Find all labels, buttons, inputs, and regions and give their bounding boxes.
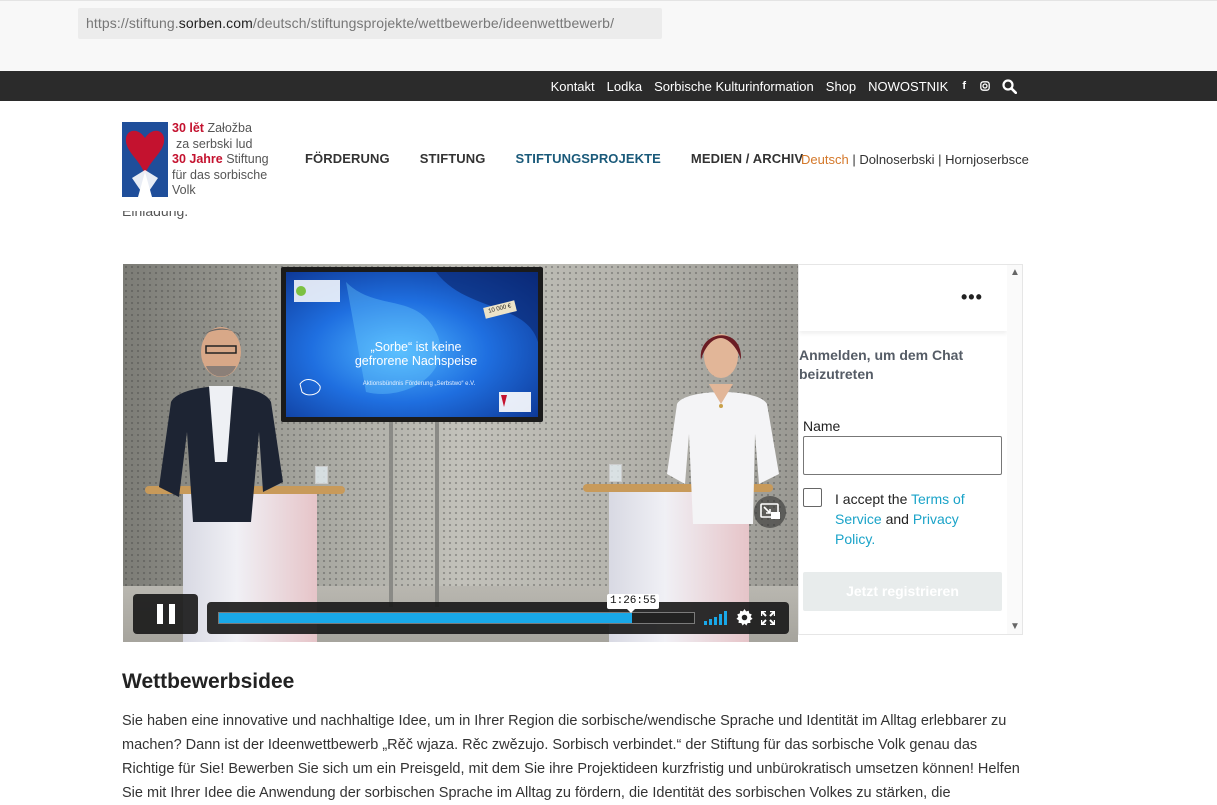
section-heading: Wettbewerbsidee xyxy=(122,670,295,693)
glass xyxy=(315,466,328,484)
screen-title: „Sorbe“ ist keine gefrorene Nachspeise xyxy=(354,340,478,368)
chat-header: ••• xyxy=(799,265,1007,331)
section-paragraph: Sie haben eine innovative und nachhaltig… xyxy=(122,713,1020,801)
studio-screen-content: „Sorbe“ ist keine gefrorene Nachspeise A… xyxy=(286,272,538,417)
tv-stand-pole xyxy=(435,422,439,607)
terms-and: and xyxy=(881,511,913,527)
pause-button[interactable] xyxy=(133,594,198,634)
logo-line2: za serbski lud xyxy=(176,136,253,151)
site-logo[interactable]: 30 lět Załožba za serbski lud 30 Jahre S… xyxy=(122,121,270,199)
logo-line3-rest: Stiftung xyxy=(226,152,269,166)
language-switcher: Deutsch | Dolnoserbski | Hornjoserbsce xyxy=(801,152,1029,167)
nav-medien-archiv[interactable]: MEDIEN / ARCHIV xyxy=(691,151,803,166)
topnav-kontakt[interactable]: Kontakt xyxy=(551,79,595,94)
top-nav: Kontakt Lodka Sorbische Kulturinformatio… xyxy=(551,71,1017,101)
video-player[interactable]: „Sorbe“ ist keine gefrorene Nachspeise A… xyxy=(123,264,798,642)
logo-heart-icon xyxy=(122,122,168,197)
top-bar: Kontakt Lodka Sorbische Kulturinformatio… xyxy=(0,71,1217,101)
nav-stiftung[interactable]: STIFTUNG xyxy=(420,151,486,166)
logo-line1-red: 30 lět xyxy=(172,121,204,135)
logo-line1-rest: Załožba xyxy=(207,121,252,135)
intro-text: Einladung. xyxy=(122,211,189,219)
terms-text: I accept the Terms of Service and Privac… xyxy=(835,489,985,549)
lang-separator: | xyxy=(934,152,946,167)
logo-line4: für das sorbische xyxy=(172,167,268,182)
logo-wordmark: 30 lět Załožba za serbski lud 30 Jahre S… xyxy=(172,121,269,199)
fullscreen-icon[interactable] xyxy=(759,609,777,630)
video-timecode-tooltip: 1:26:55 xyxy=(607,594,660,613)
terms-end: . xyxy=(871,531,876,547)
topnav-nowostnik[interactable]: NOWOSTNIK xyxy=(868,79,948,94)
lang-hornjoserbsce[interactable]: Hornjoserbsce xyxy=(945,152,1029,167)
video-control-bar xyxy=(207,602,789,634)
logo-line3-red: 30 Jahre xyxy=(172,152,223,166)
terms-prefix: I accept the xyxy=(835,491,912,507)
video-progress-fill xyxy=(219,613,633,623)
topnav-shop[interactable]: Shop xyxy=(826,79,856,94)
screen-subtitle: Aktionsbündnis Förderung „Serbstwo“ e.V. xyxy=(362,381,476,387)
video-progress-bar[interactable] xyxy=(218,612,695,624)
chat-scrollbar[interactable]: ▲ ▼ xyxy=(1007,265,1022,634)
chat-panel: ••• Anmelden, um dem Chat beizutreten Na… xyxy=(798,264,1023,635)
lang-separator: | xyxy=(848,152,860,167)
lang-deutsch[interactable]: Deutsch xyxy=(801,152,849,167)
settings-gear-icon[interactable] xyxy=(736,609,753,631)
search-icon[interactable] xyxy=(1002,78,1017,94)
url-prefix: https://stiftung. xyxy=(86,15,179,31)
topnav-kulturinformation[interactable]: Sorbische Kulturinformation xyxy=(654,79,814,94)
more-options-icon[interactable]: ••• xyxy=(961,287,983,308)
lang-dolnoserbski[interactable]: Dolnoserbski xyxy=(859,152,934,167)
nav-foerderung[interactable]: FÖRDERUNG xyxy=(305,151,390,166)
picture-in-picture-icon[interactable] xyxy=(754,496,786,528)
topnav-lodka[interactable]: Lodka xyxy=(607,79,642,94)
volume-icon[interactable] xyxy=(704,610,728,630)
terms-checkbox[interactable] xyxy=(803,488,822,507)
facebook-icon[interactable]: f xyxy=(960,80,968,92)
name-label: Name xyxy=(803,418,841,434)
url-path: /deutsch/stiftungsprojekte/wettbewerbe/i… xyxy=(252,15,615,31)
scroll-down-icon[interactable]: ▼ xyxy=(1010,621,1020,632)
chat-login-prompt: Anmelden, um dem Chat beizutreten xyxy=(799,347,964,382)
glass xyxy=(609,464,622,482)
studio-screen: „Sorbe“ ist keine gefrorene Nachspeise A… xyxy=(281,267,543,422)
browser-toolbar: https://stiftung.sorben.com/deutsch/stif… xyxy=(0,0,1217,71)
name-input[interactable] xyxy=(803,436,1002,475)
address-bar[interactable]: https://stiftung.sorben.com/deutsch/stif… xyxy=(78,8,662,39)
register-button[interactable]: Jetzt registrieren xyxy=(803,572,1002,611)
pause-icon xyxy=(156,604,175,624)
instagram-icon[interactable] xyxy=(980,81,990,91)
presenter-right xyxy=(667,334,779,524)
nav-stiftungsprojekte[interactable]: STIFTUNGSPROJEKTE xyxy=(515,151,660,166)
logo-line5: Volk xyxy=(172,183,196,197)
presenter-left xyxy=(159,327,283,522)
tv-stand-pole xyxy=(389,422,393,607)
url-host: sorben.com xyxy=(178,15,253,31)
intro-text-fragment: Einladung. xyxy=(122,211,188,229)
scroll-up-icon[interactable]: ▲ xyxy=(1010,267,1020,278)
video-control-icons xyxy=(704,609,777,631)
main-nav: FÖRDERUNG STIFTUNG STIFTUNGSPROJEKTE MED… xyxy=(305,151,803,166)
